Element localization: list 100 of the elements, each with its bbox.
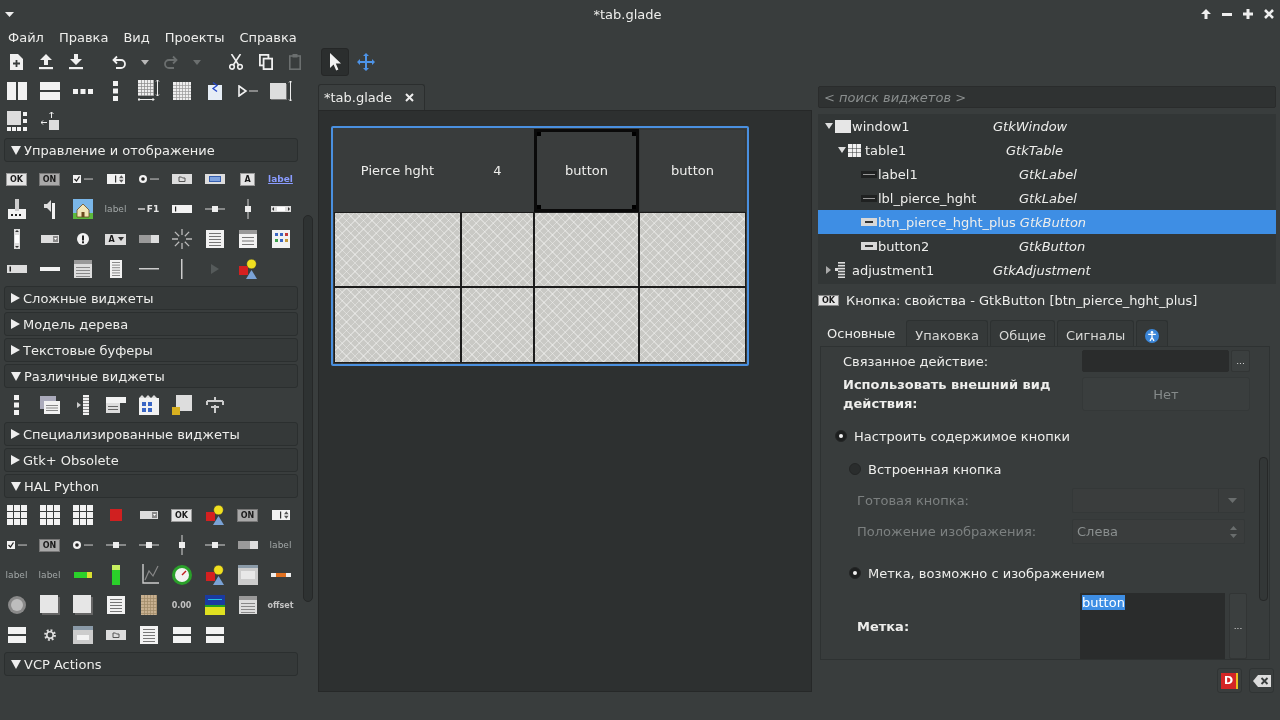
palette-item[interactable]: ON bbox=[236, 508, 259, 522]
document-tab[interactable]: *tab.glade bbox=[318, 84, 426, 110]
placeholder-cell[interactable] bbox=[334, 287, 461, 363]
palette-group-header[interactable]: Различные виджеты bbox=[4, 364, 298, 388]
palette-item[interactable]: 0.00 bbox=[171, 600, 192, 610]
dotted-grid-icon[interactable] bbox=[172, 82, 191, 100]
scissors-icon[interactable] bbox=[229, 54, 243, 70]
widget-search-field[interactable]: < поиск виджетов > bbox=[818, 86, 1276, 108]
minimize-icon[interactable] bbox=[1222, 12, 1232, 16]
level-bar-icon[interactable] bbox=[72, 571, 93, 579]
layout-grid-icon[interactable] bbox=[6, 111, 27, 131]
ruler-arrow-icon[interactable] bbox=[76, 395, 89, 415]
shapes-icon[interactable] bbox=[238, 259, 257, 279]
dropdown-field-icon[interactable] bbox=[139, 511, 158, 519]
palette-item[interactable]: label bbox=[269, 540, 292, 550]
tree-row[interactable]: adjustment1 GtkAdjustment bbox=[818, 258, 1276, 282]
folder-field-icon[interactable] bbox=[105, 630, 126, 640]
vertical-level-bar-icon[interactable] bbox=[111, 565, 120, 585]
text-page-icon[interactable] bbox=[106, 596, 125, 614]
collapsed-arrow-icon[interactable] bbox=[826, 266, 831, 274]
vertical-scrollbar-icon[interactable] bbox=[13, 229, 20, 249]
radio-button[interactable] bbox=[849, 567, 861, 579]
placeholder-cell[interactable] bbox=[639, 287, 746, 363]
placeholder-cell[interactable] bbox=[534, 212, 639, 287]
browse-button[interactable]: ... bbox=[1231, 350, 1250, 372]
radio-dot-icon[interactable] bbox=[72, 541, 93, 549]
progress-bar-icon[interactable] bbox=[138, 235, 159, 243]
select-mode-button[interactable] bbox=[321, 48, 349, 76]
palette-group-header[interactable]: Текстовые буферы bbox=[4, 338, 298, 362]
plain-tile-icon[interactable] bbox=[39, 595, 60, 615]
placeholder-cell[interactable] bbox=[534, 287, 639, 363]
palette-group-header[interactable]: HAL Python bbox=[4, 474, 298, 498]
gauge-icon[interactable] bbox=[171, 565, 192, 585]
properties-tab[interactable]: Сигналы bbox=[1056, 320, 1135, 346]
nine-squares-icon[interactable] bbox=[6, 505, 27, 525]
slim-bar-icon[interactable] bbox=[270, 573, 291, 577]
spin-field-icon[interactable] bbox=[106, 174, 125, 184]
download-icon[interactable] bbox=[69, 54, 83, 70]
spin-field-icon[interactable] bbox=[271, 510, 290, 520]
tree-row[interactable]: lbl_pierce_hght GtkLabel bbox=[818, 186, 1276, 210]
dots-row-icon[interactable] bbox=[72, 88, 93, 94]
list-page-icon[interactable] bbox=[238, 230, 257, 248]
palette-item[interactable]: A bbox=[240, 172, 255, 186]
copy-icon[interactable] bbox=[259, 54, 273, 70]
palette-item[interactable]: offset bbox=[267, 600, 294, 610]
speaker-icon[interactable] bbox=[43, 199, 56, 219]
preview-button[interactable]: button bbox=[534, 129, 639, 212]
horizontal-line-icon[interactable] bbox=[138, 268, 159, 270]
horizontal-bar-icon[interactable] bbox=[39, 267, 60, 271]
palette-group-header[interactable]: Управление и отображение bbox=[4, 138, 298, 162]
window-menu-icon[interactable] bbox=[5, 11, 14, 17]
dots-column-icon[interactable] bbox=[113, 81, 118, 101]
stacked-windows-icon[interactable] bbox=[39, 396, 60, 414]
documentation-button[interactable]: D bbox=[1217, 668, 1242, 693]
two-bars-icon[interactable] bbox=[205, 627, 224, 643]
vertical-line-icon[interactable] bbox=[180, 259, 183, 279]
status-strip-icon[interactable] bbox=[6, 265, 27, 273]
square-with-arrows-icon[interactable] bbox=[40, 112, 59, 130]
radio-dot-icon[interactable] bbox=[138, 175, 159, 183]
properties-tab[interactable] bbox=[1136, 320, 1169, 346]
palette-item[interactable]: OK bbox=[6, 172, 27, 186]
panel-lines-icon[interactable] bbox=[105, 397, 126, 413]
hatched-tile-icon[interactable] bbox=[140, 595, 157, 615]
nine-squares-icon[interactable] bbox=[39, 505, 60, 525]
horizontal-scrollbar-icon[interactable] bbox=[270, 206, 291, 212]
menu-item[interactable]: Проекты bbox=[164, 29, 225, 47]
slider-box-icon[interactable] bbox=[7, 199, 26, 219]
radio-button[interactable] bbox=[835, 430, 847, 442]
plus-icon[interactable] bbox=[1243, 9, 1253, 19]
new-file-icon[interactable] bbox=[9, 54, 23, 70]
palette-item[interactable]: F1 bbox=[137, 204, 160, 214]
preview-label[interactable]: Pierce hght bbox=[334, 129, 461, 212]
palette-item[interactable]: A bbox=[105, 233, 126, 245]
dropdown-field-icon[interactable] bbox=[40, 235, 59, 243]
calendar-icon[interactable] bbox=[238, 596, 257, 614]
palette-item[interactable]: label bbox=[5, 570, 28, 580]
exclamation-circle-icon[interactable] bbox=[76, 233, 89, 245]
plain-tile-icon[interactable] bbox=[72, 595, 93, 615]
designer-window[interactable]: Pierce hght 4 button button bbox=[331, 126, 749, 366]
tile-grid-window-icon[interactable] bbox=[138, 395, 159, 415]
text-page-icon[interactable] bbox=[139, 626, 158, 644]
palette-group-header[interactable]: Модель дерева bbox=[4, 312, 298, 336]
two-bars-icon[interactable] bbox=[7, 627, 26, 643]
placeholder-cell[interactable] bbox=[461, 212, 534, 287]
folder-field-icon[interactable] bbox=[171, 174, 192, 184]
nine-squares-icon[interactable] bbox=[72, 505, 93, 525]
tree-row[interactable]: label1 GtkLabel bbox=[818, 162, 1276, 186]
clear-button[interactable] bbox=[1249, 668, 1274, 693]
color-swatch-icon[interactable] bbox=[204, 174, 225, 184]
ruled-column-icon[interactable] bbox=[109, 260, 122, 278]
two-bars-icon[interactable] bbox=[172, 627, 191, 643]
menu-item[interactable]: Правка bbox=[58, 29, 109, 47]
properties-tab[interactable]: Упаковка bbox=[906, 320, 988, 346]
progress-bar-icon[interactable] bbox=[237, 541, 258, 549]
side-by-side-panes-icon[interactable] bbox=[6, 82, 27, 100]
menu-item[interactable]: Вид bbox=[123, 29, 150, 47]
palette-group-header[interactable]: Специализированные виджеты bbox=[4, 422, 298, 446]
placeholder-cell[interactable] bbox=[639, 212, 746, 287]
caret-icon[interactable] bbox=[141, 59, 149, 65]
alignment-shape-icon[interactable] bbox=[204, 397, 225, 413]
